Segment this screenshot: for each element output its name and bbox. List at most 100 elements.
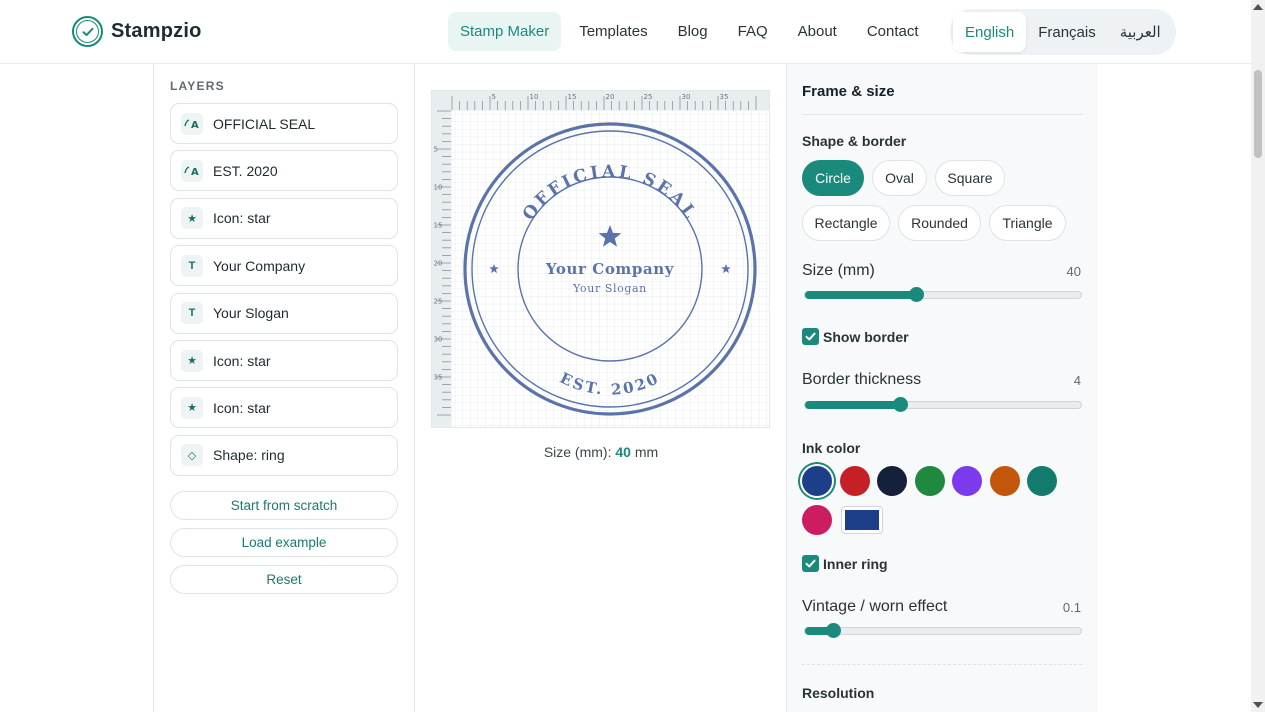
shape-option-square[interactable]: Square [935, 160, 1005, 196]
size-slider-label: Size (mm) [802, 262, 875, 279]
text-icon: T [181, 302, 203, 325]
layer-item[interactable]: A OFFICIAL SEAL [170, 103, 398, 144]
ruler-label: 30 [434, 336, 443, 344]
size-caption: Size (mm): 40 mm [416, 444, 786, 460]
scroll-down-arrow-icon[interactable] [1253, 702, 1263, 708]
layer-item[interactable]: ★ Icon: star [170, 387, 398, 429]
nav-templates[interactable]: Templates [567, 12, 659, 51]
brand-name: Stampzio [111, 20, 202, 42]
layer-label: Your Slogan [213, 305, 289, 322]
reset-button[interactable]: Reset [170, 565, 398, 594]
scrollbar-thumb[interactable] [1254, 70, 1262, 158]
divider [802, 114, 1082, 115]
shape-option-oval[interactable]: Oval [872, 160, 927, 196]
svg-text:A: A [191, 120, 199, 130]
size-slider-value: 40 [1066, 264, 1081, 279]
settings-panel: Frame & size Shape & border Circle Oval Sq… [786, 64, 1098, 712]
layer-item[interactable]: ★ Icon: star [170, 340, 398, 381]
border-thickness-label: Border thickness [802, 371, 922, 388]
ruler-label: 10 [434, 184, 443, 192]
show-border-label: Show border [823, 328, 909, 345]
panel-title: Frame & size [802, 83, 895, 100]
shape-option-rounded[interactable]: Rounded [898, 205, 981, 241]
ruler-label: 25 [434, 298, 443, 306]
main-nav: Stamp Maker Templates Blog FAQ About Contact [448, 12, 931, 51]
nav-faq[interactable]: FAQ [726, 12, 780, 51]
shape-option-rectangle[interactable]: Rectangle [802, 205, 890, 241]
checkbox-checked-icon[interactable] [802, 328, 819, 345]
ring-shape-icon: ◇ [181, 444, 203, 467]
curved-text-icon: A [181, 112, 203, 135]
layers-title: LAYERS [170, 79, 225, 93]
stamp-company-text: Your Company [545, 260, 675, 278]
layer-label: Icon: star [213, 352, 271, 369]
stamp-editor: LAYERS A OFFICIAL SEAL A EST. 2020 ★ Icon: st… [153, 64, 1098, 712]
language-option[interactable]: English [953, 12, 1027, 52]
language-option[interactable]: Français [1026, 12, 1108, 52]
ink-color-swatch[interactable] [877, 466, 907, 496]
vintage-effect-handle[interactable] [825, 623, 841, 638]
border-thickness-handle[interactable] [892, 397, 908, 412]
ink-color-label: Ink color [802, 440, 861, 456]
layers-panel: LAYERS A OFFICIAL SEAL A EST. 2020 ★ Icon: st… [154, 64, 415, 712]
show-border-checkbox[interactable]: Show border [802, 328, 909, 345]
star-icon: ★ [181, 207, 203, 230]
top-navigation-bar: Stampzio Stamp Maker Templates Blog FAQ Abou… [0, 0, 1251, 64]
checkbox-checked-icon[interactable] [802, 555, 819, 572]
vintage-effect-slider[interactable] [804, 623, 1082, 638]
ruler-label: 5 [434, 146, 438, 154]
ruler-label: 20 [606, 93, 615, 101]
ink-color-swatch[interactable] [802, 505, 832, 535]
layer-item[interactable]: ★ Icon: star [170, 197, 398, 239]
ruler-label: 30 [682, 93, 691, 101]
size-slider-handle[interactable] [909, 287, 925, 302]
nav-blog[interactable]: Blog [666, 12, 720, 51]
ruler-label: 15 [434, 222, 443, 230]
ruler-label: 35 [720, 93, 729, 101]
ink-color-swatch[interactable] [989, 466, 1020, 496]
inner-ring-label: Inner ring [823, 555, 888, 572]
ink-color-swatch[interactable] [839, 466, 870, 496]
nav-about[interactable]: About [786, 12, 849, 51]
svg-text:A: A [191, 167, 199, 177]
ink-color-swatch[interactable] [952, 466, 982, 496]
layer-item[interactable]: A EST. 2020 [170, 150, 398, 192]
text-icon: T [181, 254, 203, 277]
layer-label: Your Company [213, 257, 306, 274]
ruler-label: 25 [644, 93, 653, 101]
size-caption-value: 40 [615, 444, 631, 460]
stamp-preview: 55101015152020252530303535 OFFICIAL SEAL… [432, 91, 769, 427]
stamp-canvas[interactable]: 5 5 10 10 15 15 20 20 25 25 30 30 35 35 OFFICIAL SEAL… [431, 90, 770, 428]
ink-color-swatch[interactable] [914, 466, 945, 496]
layer-label: Icon: star [213, 210, 271, 227]
language-option[interactable]: العربية [1108, 12, 1173, 52]
border-thickness-value: 4 [1073, 373, 1081, 388]
nav-contact[interactable]: Contact [855, 12, 931, 51]
ruler-label: 35 [434, 374, 443, 382]
page-scrollbar[interactable] [1251, 0, 1265, 712]
ink-color-swatch[interactable] [802, 466, 832, 496]
custom-color-picker[interactable] [841, 506, 883, 534]
ruler-label: 5 [492, 93, 496, 101]
vintage-effect-label: Vintage / worn effect [802, 598, 948, 615]
border-thickness-slider[interactable] [804, 397, 1082, 412]
shape-option-circle[interactable]: Circle [802, 160, 864, 196]
shape-option-triangle[interactable]: Triangle [989, 205, 1066, 241]
shape-border-label: Shape & border [802, 133, 907, 149]
brand[interactable]: Stampzio [72, 16, 202, 47]
curved-text-icon: A [181, 159, 203, 182]
ink-color-swatch[interactable] [1027, 466, 1057, 496]
nav-stamp-maker[interactable]: Stamp Maker [448, 12, 562, 51]
layer-item[interactable]: T Your Company [170, 245, 398, 287]
layer-item[interactable]: T Your Slogan [170, 292, 398, 334]
load-example-button[interactable]: Load example [170, 528, 398, 557]
start-from-scratch-button[interactable]: Start from scratch [170, 491, 398, 520]
inner-ring-checkbox[interactable]: Inner ring [802, 555, 888, 572]
size-caption-label: Size (mm): [543, 444, 612, 460]
scroll-up-arrow-icon[interactable] [1253, 4, 1263, 10]
ruler-label: 20 [434, 260, 443, 268]
layer-label: EST. 2020 [213, 162, 278, 179]
layer-item[interactable]: ◇ Shape: ring [170, 434, 398, 476]
stamp-slogan-text: Your Slogan [572, 282, 647, 295]
size-slider[interactable] [804, 287, 1082, 302]
